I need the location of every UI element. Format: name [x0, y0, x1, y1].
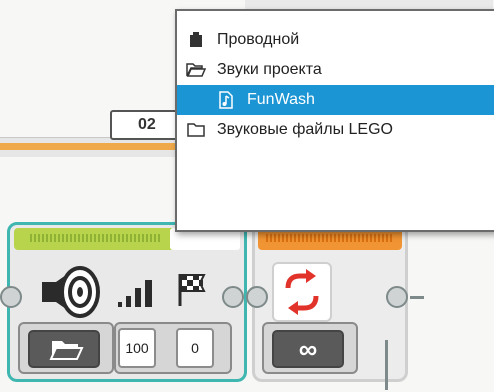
- volume-value-text: 100: [125, 340, 149, 356]
- music-file-icon: [215, 91, 237, 109]
- sound-block-grip: [30, 234, 160, 242]
- sound-mode-button[interactable]: [28, 330, 100, 368]
- menu-item-label: Проводной: [217, 31, 300, 48]
- loop-icon-frame: [272, 262, 332, 322]
- speaker-icon: [36, 262, 106, 322]
- loop-block-grip: [266, 234, 394, 242]
- infinity-icon: ∞: [298, 334, 318, 364]
- wired-icon: [185, 31, 207, 49]
- sound-output-plug[interactable]: [222, 286, 244, 308]
- menu-item-label: FunWash: [247, 91, 315, 108]
- folder-open-icon: [185, 61, 207, 79]
- loop-mode-button[interactable]: ∞: [272, 330, 344, 368]
- file-name-value: 02: [138, 116, 156, 133]
- play-type-value[interactable]: 0: [176, 328, 214, 368]
- loop-exit-wire: [410, 296, 424, 299]
- loop-output-plug[interactable]: [386, 286, 408, 308]
- menu-item-project-sounds[interactable]: Звуки проекта: [177, 55, 494, 85]
- play-type-value-text: 0: [191, 340, 199, 356]
- sequence-input-plug[interactable]: [0, 286, 22, 308]
- sound-file-dropdown[interactable]: Проводной Звуки проекта FunWash Звуковые…: [175, 9, 494, 232]
- menu-item-lego-sounds[interactable]: Звуковые файлы LEGO: [177, 115, 494, 145]
- volume-value[interactable]: 100: [118, 328, 156, 368]
- folder-icon: [185, 121, 207, 139]
- loop-input-plug[interactable]: [246, 286, 268, 308]
- menu-item-wired[interactable]: Проводной: [177, 25, 494, 55]
- menu-item-label: Звуковые файлы LEGO: [217, 121, 393, 138]
- loop-end-wire: [385, 340, 388, 390]
- folder-open-icon: [49, 341, 84, 360]
- menu-item-label: Звуки проекта: [217, 61, 322, 78]
- checkered-flag-icon: [176, 272, 208, 308]
- menu-item-funwash[interactable]: FunWash: [177, 85, 494, 115]
- volume-icon: [116, 278, 156, 308]
- loop-arrows-icon: [285, 269, 319, 315]
